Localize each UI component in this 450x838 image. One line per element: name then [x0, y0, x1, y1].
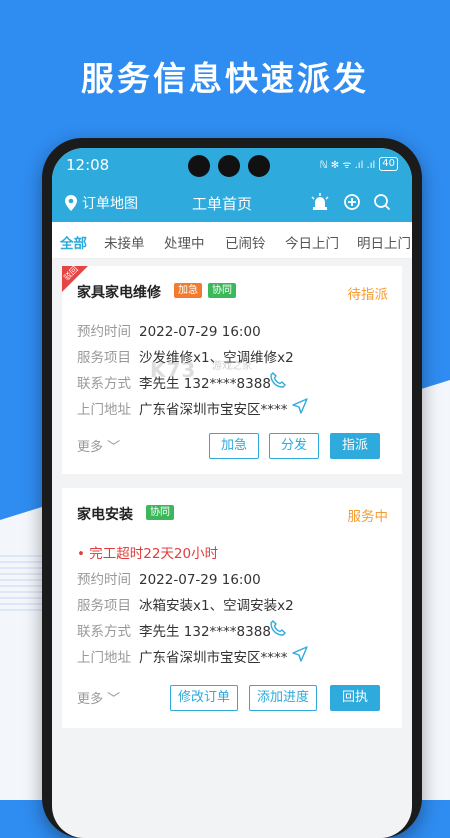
tab-processing[interactable]: 处理中 — [164, 232, 205, 252]
service-row: 服务项目 冰箱安装x1、空调安装x2 — [77, 594, 294, 614]
top-nav: 订单地图 工单首页 — [52, 184, 412, 222]
phone-call-icon[interactable] — [270, 372, 286, 388]
order-map-label: 订单地图 — [82, 196, 138, 212]
row-value: 广东省深圳市宝安区**** — [139, 650, 288, 666]
tab-tomorrow-visit[interactable]: 明日上门 — [357, 232, 411, 252]
more-toggle[interactable]: 更多 ﹀ — [77, 688, 120, 707]
appointment-row: 预约时间 2022-07-29 16:00 — [77, 568, 261, 588]
row-label: 联系方式 — [77, 624, 131, 640]
location-pin-icon — [65, 195, 77, 211]
navigate-icon[interactable] — [292, 398, 308, 414]
order-status: 服务中 — [347, 509, 389, 525]
row-value: 广东省深圳市宝安区**** — [139, 402, 288, 418]
order-card[interactable]: 家电安装 协同 服务中 • 完工超时22天20小时 预约时间 2022-07-29… — [62, 488, 402, 728]
status-bar: 12:08 ℕ ✻ ᯤ .ıl .ıl 40 — [52, 148, 412, 184]
row-label: 预约时间 — [77, 572, 131, 588]
tab-today-visit[interactable]: 今日上门 — [285, 232, 339, 252]
more-label: 更多 — [77, 440, 104, 455]
row-value: 2022-07-29 16:00 — [139, 572, 261, 588]
edit-order-button[interactable]: 修改订单 — [170, 685, 238, 711]
contact-row: 联系方式 李先生 132****8388 — [77, 620, 271, 640]
phone-call-icon[interactable] — [270, 620, 286, 636]
watermark-logo: K73 — [150, 358, 197, 382]
camera-cutout — [218, 155, 240, 177]
tab-alarmed[interactable]: 已闹铃 — [225, 232, 266, 252]
signal-icons: ℕ ✻ ᯤ .ıl .ıl — [319, 160, 376, 171]
urgent-button[interactable]: 加急 — [209, 433, 259, 459]
page-title: 工单首页 — [192, 195, 253, 213]
alarm-light-icon[interactable] — [310, 192, 330, 212]
order-title: 家具家电维修 — [77, 285, 161, 301]
watermark-text: 游戏之家 — [212, 361, 252, 372]
phone-screen: 12:08 ℕ ✻ ᯤ .ıl .ıl 40 订单地图 工单首页 全部 未接单 … — [52, 148, 412, 838]
row-value: 李先生 132****8388 — [139, 624, 271, 640]
receipt-button[interactable]: 回执 — [330, 685, 380, 711]
distribute-button[interactable]: 分发 — [269, 433, 319, 459]
row-value: 2022-07-29 16:00 — [139, 324, 261, 340]
more-toggle[interactable]: 更多 ﹀ — [77, 436, 120, 455]
address-row: 上门地址 广东省深圳市宝安区**** — [77, 646, 288, 666]
tab-unaccepted[interactable]: 未接单 — [104, 232, 145, 252]
address-row: 上门地址 广东省深圳市宝安区**** — [77, 398, 288, 418]
row-label: 服务项目 — [77, 350, 131, 366]
camera-cutout — [248, 155, 270, 177]
tab-all[interactable]: 全部 — [60, 232, 87, 252]
camera-cutout — [188, 155, 210, 177]
order-title: 家电安装 — [77, 507, 133, 523]
more-label: 更多 — [77, 692, 104, 707]
search-icon[interactable] — [372, 192, 392, 212]
row-label: 联系方式 — [77, 376, 131, 392]
filter-tabs: 全部 未接单 处理中 已闹铃 今日上门 明日上门 — [52, 222, 412, 259]
overdue-alert: • 完工超时22天20小时 — [77, 546, 219, 562]
row-label: 服务项目 — [77, 598, 131, 614]
row-label: 上门地址 — [77, 402, 131, 418]
add-circle-icon[interactable] — [342, 192, 362, 212]
order-status: 待指派 — [347, 287, 389, 303]
collab-badge: 协同 — [208, 283, 236, 298]
status-time: 12:08 — [66, 156, 110, 174]
row-value: 冰箱安装x1、空调安装x2 — [139, 598, 294, 614]
order-map-button[interactable]: 订单地图 — [64, 193, 138, 213]
collab-badge: 协同 — [146, 505, 174, 520]
battery-icon: 40 — [379, 157, 398, 171]
appointment-row: 预约时间 2022-07-29 16:00 — [77, 320, 261, 340]
row-label: 预约时间 — [77, 324, 131, 340]
urgent-badge: 加急 — [174, 283, 202, 298]
row-label: 上门地址 — [77, 650, 131, 666]
promo-headline: 服务信息快速派发 — [81, 59, 369, 98]
add-progress-button[interactable]: 添加进度 — [249, 685, 317, 711]
assign-button[interactable]: 指派 — [330, 433, 380, 459]
navigate-icon[interactable] — [292, 646, 308, 662]
phone-frame: 12:08 ℕ ✻ ᯤ .ıl .ıl 40 订单地图 工单首页 全部 未接单 … — [42, 138, 422, 838]
status-icons: ℕ ✻ ᯤ .ıl .ıl 40 — [320, 157, 398, 171]
